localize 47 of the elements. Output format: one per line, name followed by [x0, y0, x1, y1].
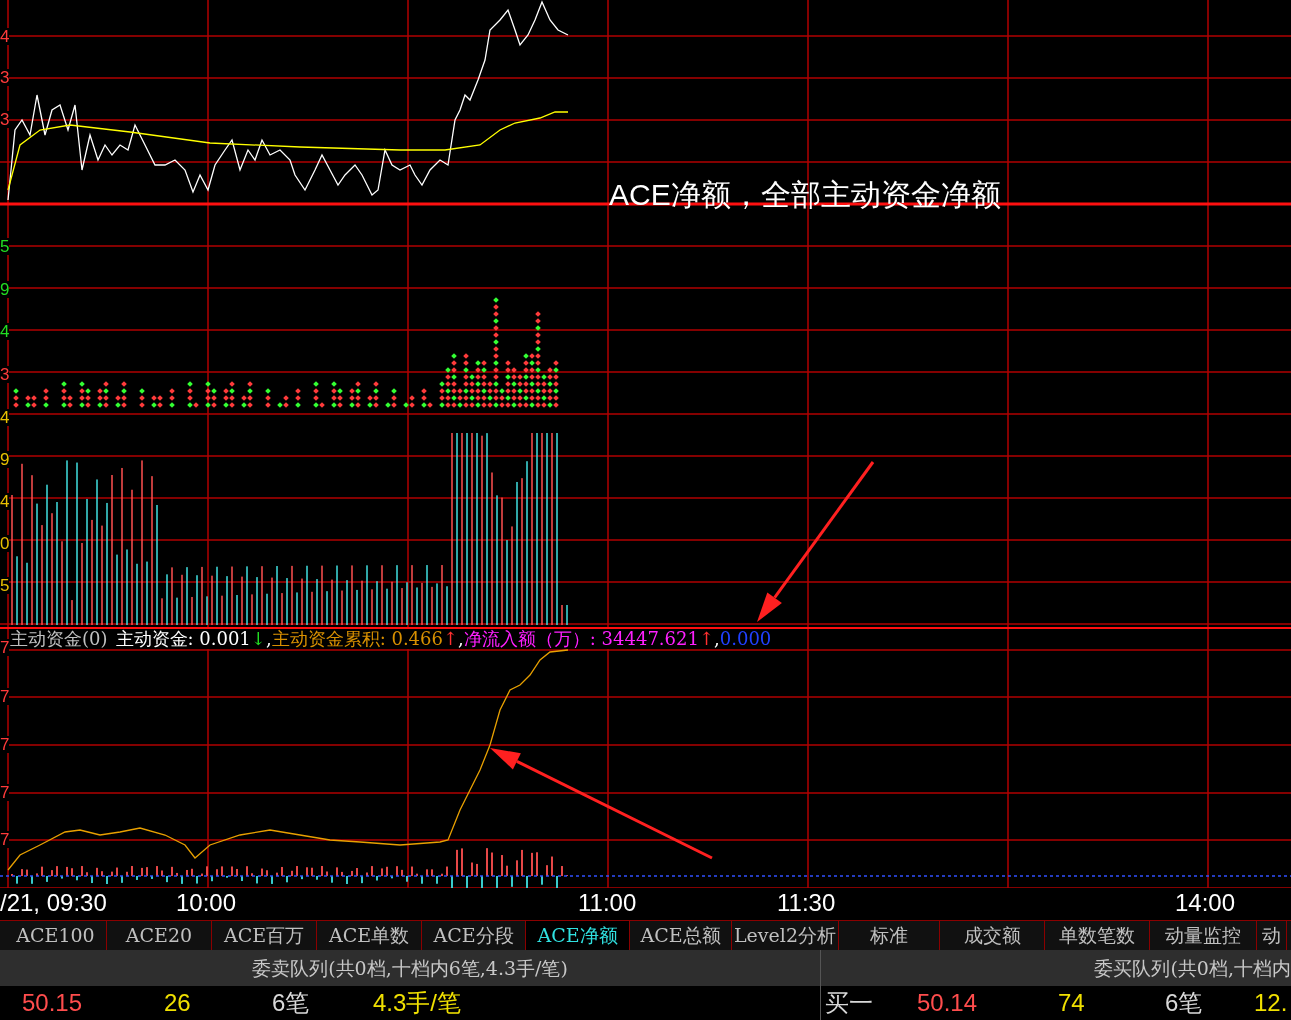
- axis-label: 9: [0, 451, 10, 468]
- axis-label: 9: [0, 281, 10, 298]
- chart-annotation: ACE净额，全部主动资金净额: [609, 180, 1001, 210]
- tab[interactable]: ACE净额: [526, 921, 630, 950]
- axis-label: 3: [0, 69, 10, 86]
- legend-text: ,: [265, 630, 272, 648]
- queue-title: 委卖队列(共0档,十档内6笔,4.3手/笔): [252, 955, 568, 981]
- trend-arrow: ↑: [443, 630, 459, 648]
- axis-label: 7: [0, 831, 10, 848]
- axis-label: 3: [0, 366, 10, 383]
- legend-text: 主动资金(0): [10, 630, 108, 648]
- tab[interactable]: Level2分析: [732, 921, 839, 950]
- trend-arrow: ↑: [698, 630, 715, 648]
- axis-label: 5: [0, 238, 10, 255]
- axis-label: 4: [0, 323, 10, 340]
- time-label: /21, 09:30: [0, 891, 107, 915]
- quote-value: 买一: [825, 988, 873, 1018]
- legend-text: 净流入额（万）: 34447.621: [463, 630, 699, 648]
- legend-text: 主动资金: 0.001: [115, 630, 251, 648]
- legend-text: 0.000: [719, 630, 772, 648]
- axis-label: 7: [0, 639, 10, 656]
- quote-value: 6笔: [272, 988, 310, 1018]
- legend-text: 主动资金累积: 0.466: [271, 630, 443, 648]
- legend-text: ,: [458, 630, 464, 648]
- axis-label: 3: [0, 111, 10, 128]
- axis-label: 4: [0, 28, 10, 45]
- time-label: 11:00: [578, 891, 637, 915]
- trend-arrow: ↓: [250, 630, 266, 648]
- axis-label: 4: [0, 409, 10, 426]
- queue-title: 委买队列(共0档,十档内: [1094, 955, 1291, 981]
- quote-value: 12.: [1254, 988, 1288, 1018]
- time-label: 10:00: [176, 891, 237, 915]
- axis-label: 7: [0, 688, 10, 705]
- axis-label: 7: [0, 784, 10, 801]
- axis-label: 4: [0, 493, 10, 510]
- axis-label: 7: [0, 736, 10, 753]
- quote-value: 50.14: [917, 988, 978, 1018]
- axis-label: 0: [0, 535, 10, 552]
- quote-value: 6笔: [1165, 988, 1203, 1018]
- quote-value: 50.15: [22, 988, 83, 1018]
- quote-value: 4.3手/笔: [373, 988, 462, 1018]
- time-label: 14:00: [1175, 891, 1236, 915]
- quote-value: 74: [1058, 988, 1085, 1018]
- quote-value: 26: [164, 988, 191, 1018]
- axis-label: 5: [0, 577, 10, 594]
- legend-text: ,: [714, 630, 720, 648]
- time-label: 11:30: [777, 891, 836, 915]
